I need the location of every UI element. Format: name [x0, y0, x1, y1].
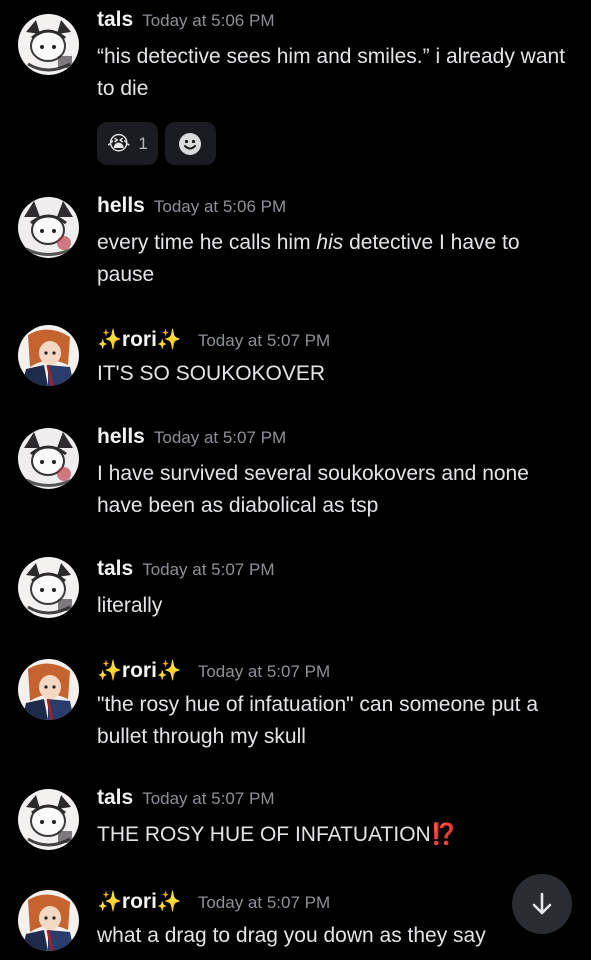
author-name[interactable]: rori	[122, 328, 157, 351]
timestamp: Today at 5:07 PM	[197, 893, 331, 912]
reaction-count: 1	[138, 133, 148, 153]
author-name[interactable]: hells	[97, 194, 145, 217]
message-header: tals Today at 5:06 PM	[97, 8, 275, 32]
timestamp: Today at 5:06 PM	[142, 11, 275, 30]
message-text: I have survived several soukokovers and …	[97, 462, 529, 517]
italic-text: his	[316, 231, 344, 254]
text-segment: THE ROSY HUE OF INFATUATION	[97, 823, 431, 846]
scroll-to-bottom-button[interactable]	[512, 874, 572, 934]
sparkles-icon: ✨	[156, 660, 182, 682]
sparkles-icon: ✨	[97, 660, 122, 682]
avatar[interactable]	[18, 789, 79, 850]
smiley-add-reaction-icon	[179, 132, 202, 155]
tals-avatar-icon	[18, 789, 79, 850]
arrow-down-icon	[532, 892, 552, 915]
message-header: ✨rori✨ Today at 5:07 PM	[97, 327, 330, 352]
message-header: tals Today at 5:07 PM	[97, 557, 275, 581]
avatar[interactable]	[18, 197, 79, 258]
avatar[interactable]	[18, 890, 79, 951]
text-segment: every time he calls him	[97, 231, 317, 254]
message-header: tals Today at 5:07 PM	[97, 786, 275, 810]
message-header: hells Today at 5:07 PM	[97, 425, 286, 449]
reaction-loudly-crying[interactable]: 😭 1	[97, 122, 158, 165]
reactions-bar: 😭 1	[97, 122, 216, 165]
author-name[interactable]: rori	[122, 659, 157, 682]
hells-avatar-icon	[18, 197, 79, 258]
author-name[interactable]: rori	[122, 890, 157, 913]
message-text: THE ROSY HUE OF INFATUATION⁉️	[97, 819, 577, 851]
message-text: what a drag to drag you down as they say	[97, 924, 486, 947]
avatar[interactable]	[18, 428, 79, 489]
message-text: "the rosy hue of infatuation" can someon…	[97, 693, 539, 748]
message-text: every time he calls him his detective I …	[97, 227, 577, 291]
timestamp: Today at 5:07 PM	[142, 560, 275, 579]
timestamp: Today at 5:07 PM	[153, 428, 287, 447]
author-name[interactable]: tals	[97, 786, 133, 809]
sparkles-icon: ✨	[97, 891, 122, 913]
sparkles-icon: ✨	[156, 329, 182, 351]
timestamp: Today at 5:06 PM	[153, 197, 287, 216]
avatar[interactable]	[18, 14, 79, 75]
sparkles-icon: ✨	[156, 891, 182, 913]
message-text: IT'S SO SOUKOKOVER	[97, 362, 326, 385]
avatar[interactable]	[18, 659, 79, 720]
timestamp: Today at 5:07 PM	[197, 662, 331, 681]
loudly-crying-emoji-icon: 😭	[107, 133, 131, 155]
sparkles-icon: ✨	[97, 329, 122, 351]
add-reaction-button[interactable]	[164, 122, 216, 165]
rori-avatar-icon	[18, 325, 79, 386]
message-text: literally	[97, 594, 163, 617]
timestamp: Today at 5:07 PM	[197, 331, 331, 350]
interrobang-emoji-icon: ⁉️	[430, 823, 457, 846]
tals-avatar-icon	[18, 557, 79, 618]
author-name[interactable]: tals	[97, 8, 133, 31]
avatar[interactable]	[18, 325, 79, 386]
rori-avatar-icon	[18, 659, 79, 720]
message-header: ✨rori✨ Today at 5:07 PM	[97, 658, 330, 683]
avatar[interactable]	[18, 557, 79, 618]
message-header: hells Today at 5:06 PM	[97, 194, 286, 218]
tals-avatar-icon	[18, 14, 79, 75]
message-header: ✨rori✨ Today at 5:07 PM	[97, 889, 330, 914]
rori-avatar-icon	[18, 890, 79, 951]
hells-avatar-icon	[18, 428, 79, 489]
message-text: “his detective sees him and smiles.” i a…	[97, 45, 566, 100]
timestamp: Today at 5:07 PM	[142, 789, 275, 808]
author-name[interactable]: tals	[97, 557, 133, 580]
author-name[interactable]: hells	[97, 425, 145, 448]
